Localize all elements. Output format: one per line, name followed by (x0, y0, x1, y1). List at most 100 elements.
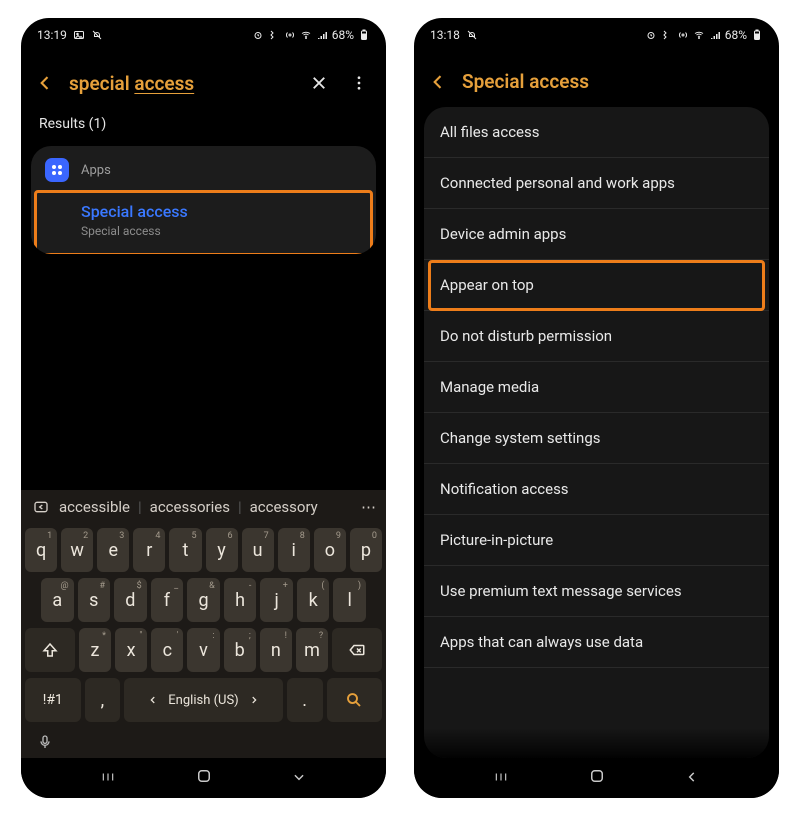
nav-home-icon[interactable] (195, 767, 213, 789)
clear-icon[interactable] (306, 70, 332, 96)
vibrate-icon (661, 29, 673, 41)
suggestion-2[interactable]: accessories (150, 498, 230, 516)
shift-key[interactable] (25, 628, 75, 672)
hotspot-icon (677, 29, 689, 41)
settings-row[interactable]: All files access (424, 107, 769, 158)
nav-hide-keyboard-icon[interactable] (290, 769, 308, 788)
key-u[interactable]: u7 (242, 528, 274, 572)
settings-row[interactable]: Notification access (424, 464, 769, 515)
settings-row[interactable]: Use premium text message services (424, 566, 769, 617)
suggestion-collapse-icon[interactable] (31, 499, 51, 515)
key-y[interactable]: y6 (206, 528, 238, 572)
nav-back-icon[interactable] (683, 769, 701, 788)
results-count: Results (1) (21, 110, 386, 146)
wifi-icon (300, 29, 312, 41)
key-x[interactable]: x" (115, 628, 147, 672)
picture-icon (73, 29, 85, 41)
symbols-key[interactable]: !#1 (25, 678, 81, 722)
signal-icon (316, 29, 328, 41)
nav-recents-icon[interactable] (492, 769, 510, 788)
result-category-label: Apps (81, 163, 111, 178)
phone-search: 13:19 68% (21, 18, 386, 798)
key-q[interactable]: q1 (25, 528, 57, 572)
nav-bar (21, 758, 386, 798)
signal-icon (709, 29, 721, 41)
back-icon[interactable] (428, 72, 448, 92)
key-b[interactable]: b; (224, 628, 256, 672)
settings-row[interactable]: Appear on top (424, 260, 769, 311)
search-input[interactable]: special access (69, 72, 194, 95)
status-time: 13:19 (37, 28, 67, 42)
vibrate-icon (268, 29, 280, 41)
space-key[interactable]: English (US) (124, 678, 283, 722)
key-h[interactable]: h- (224, 578, 257, 622)
nav-home-icon[interactable] (588, 767, 606, 789)
settings-row[interactable]: Connected personal and work apps (424, 158, 769, 209)
key-o[interactable]: o9 (314, 528, 346, 572)
key-i[interactable]: i8 (278, 528, 310, 572)
key-t[interactable]: t5 (169, 528, 201, 572)
battery-percent: 68% (332, 28, 354, 42)
page-header: Special access (414, 52, 779, 107)
key-v[interactable]: v: (187, 628, 219, 672)
key-s[interactable]: s# (78, 578, 111, 622)
battery-icon (751, 29, 763, 41)
mic-icon[interactable] (37, 734, 53, 750)
key-c[interactable]: c' (151, 628, 183, 672)
key-e[interactable]: e3 (97, 528, 129, 572)
suggestion-3[interactable]: accessory (250, 498, 318, 516)
nav-bar (414, 758, 779, 798)
status-bar: 13:18 68% (414, 18, 779, 52)
key-j[interactable]: j+ (260, 578, 293, 622)
search-header: special access (21, 52, 386, 110)
result-subtitle: Special access (81, 224, 362, 238)
settings-row[interactable]: Manage media (424, 362, 769, 413)
key-g[interactable]: g& (187, 578, 220, 622)
key-k[interactable]: k( (297, 578, 330, 622)
more-icon[interactable] (346, 70, 372, 96)
hotspot-icon (284, 29, 296, 41)
alarm-icon (252, 29, 264, 41)
settings-row[interactable]: Apps that can always use data (424, 617, 769, 668)
comma-key[interactable]: , (85, 678, 121, 722)
suggestion-more-icon[interactable]: ⋯ (361, 498, 376, 516)
search-key[interactable] (327, 678, 383, 722)
key-w[interactable]: w2 (61, 528, 93, 572)
settings-row[interactable]: Device admin apps (424, 209, 769, 260)
alarm-icon (645, 29, 657, 41)
result-title: Special access (81, 202, 362, 221)
key-p[interactable]: p0 (350, 528, 382, 572)
settings-list: All files accessConnected personal and w… (424, 107, 769, 758)
battery-percent: 68% (725, 28, 747, 42)
mute-icon (91, 29, 103, 41)
result-category-row[interactable]: Apps (31, 146, 376, 192)
key-z[interactable]: z* (79, 628, 111, 672)
mute-icon (466, 29, 478, 41)
back-icon[interactable] (35, 73, 55, 93)
backspace-key[interactable] (332, 628, 382, 672)
keyboard-suggestion-bar: accessible | accessories | accessory ⋯ (21, 490, 386, 524)
key-r[interactable]: r4 (133, 528, 165, 572)
settings-row[interactable]: Do not disturb permission (424, 311, 769, 362)
search-result-card: Apps Special access Special access (31, 146, 376, 254)
period-key[interactable]: . (287, 678, 323, 722)
apps-icon (45, 158, 69, 182)
page-title: Special access (462, 70, 589, 93)
battery-icon (358, 29, 370, 41)
key-l[interactable]: l) (333, 578, 366, 622)
nav-recents-icon[interactable] (99, 769, 117, 788)
key-n[interactable]: n! (260, 628, 292, 672)
suggestion-1[interactable]: accessible (59, 498, 130, 516)
result-item-special-access[interactable]: Special access Special access (31, 192, 376, 254)
keyboard: q1w2e3r4t5y6u7i8o9p0 a@s#d$f_g&h-j+k(l) … (21, 524, 386, 758)
settings-row[interactable]: Picture-in-picture (424, 515, 769, 566)
status-bar: 13:19 68% (21, 18, 386, 52)
settings-row[interactable]: Change system settings (424, 413, 769, 464)
key-a[interactable]: a@ (41, 578, 74, 622)
key-d[interactable]: d$ (114, 578, 147, 622)
status-time: 13:18 (430, 28, 460, 42)
phone-special-access: 13:18 68% Special access All fi (414, 18, 779, 798)
key-m[interactable]: m? (296, 628, 328, 672)
key-f[interactable]: f_ (151, 578, 184, 622)
wifi-icon (693, 29, 705, 41)
